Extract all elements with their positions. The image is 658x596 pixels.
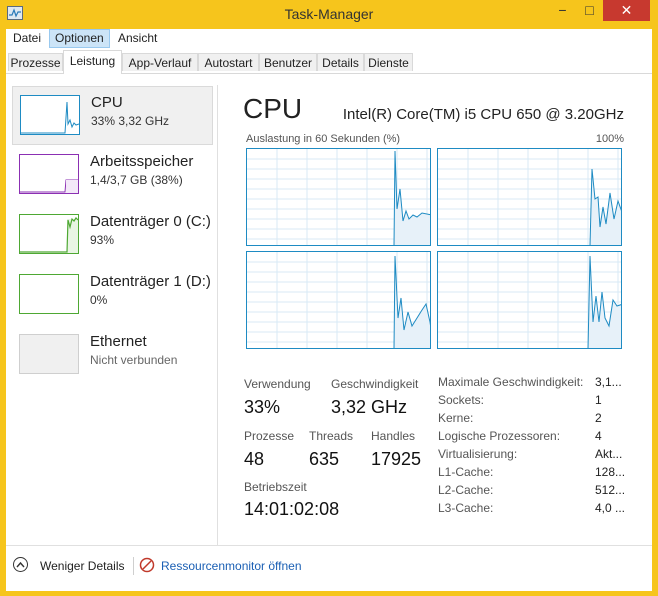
tab-benutzer[interactable]: Benutzer xyxy=(259,53,317,71)
spec-row: Virtualisierung: Akt... xyxy=(438,447,638,465)
sidebar-item-cpu[interactable]: CPU 33% 3,32 GHz xyxy=(12,86,213,145)
sidebar-label-cpu: CPU xyxy=(91,94,123,111)
spec-value: 3,1... xyxy=(595,375,622,389)
sidebar-sub-disk0: 93% xyxy=(90,233,115,247)
open-resource-monitor-link[interactable]: Ressourcenmonitor öffnen xyxy=(161,559,302,573)
handles-label: Handles xyxy=(371,429,416,443)
chart-label-max: 100% xyxy=(595,133,624,145)
spec-value: Akt... xyxy=(595,447,623,461)
spec-key: Kerne: xyxy=(438,411,474,425)
memory-thumbnail-graph xyxy=(19,154,79,194)
sidebar-sub-disk1: 0% xyxy=(90,293,108,307)
footer-bar: Weniger Details Ressourcenmonitor öffnen xyxy=(6,545,652,591)
sidebar-sub-memory: 1,4/3,7 GB (38%) xyxy=(90,173,183,187)
sidebar-label-disk0: Datenträger 0 (C:) xyxy=(90,213,211,230)
sidebar-item-datentraeger-0[interactable]: Datenträger 0 (C:) 93% xyxy=(12,206,213,265)
spec-key: Virtualisierung: xyxy=(438,447,518,461)
spec-value: 1 xyxy=(595,393,602,407)
disk1-thumbnail-graph xyxy=(19,274,79,314)
speed-label: Geschwindigkeit xyxy=(331,377,419,391)
spec-value: 4,0 ... xyxy=(595,501,626,515)
uptime-label: Betriebszeit xyxy=(244,480,307,494)
sidebar-item-arbeitsspeicher[interactable]: Arbeitsspeicher 1,4/3,7 GB (38%) xyxy=(12,146,213,205)
tab-autostart[interactable]: Autostart xyxy=(198,53,259,71)
sidebar-sub-ethernet: Nicht verbunden xyxy=(90,353,178,367)
sidebar-sub-cpu: 33% 3,32 GHz xyxy=(91,114,170,128)
handles-value: 17925 xyxy=(371,449,422,469)
sidebar-item-ethernet[interactable]: Ethernet Nicht verbunden xyxy=(12,326,213,385)
spec-value: 2 xyxy=(595,411,602,425)
tab-details[interactable]: Details xyxy=(317,53,364,71)
processes-value: 48 xyxy=(244,449,265,469)
menu-optionen[interactable]: Optionen xyxy=(49,29,110,48)
spec-row: Maximale Geschwindigkeit: 3,1... xyxy=(438,375,638,393)
cpu-model-name: Intel(R) Core(TM) i5 CPU 650 @ 3.20GHz xyxy=(342,106,624,123)
footer-separator xyxy=(133,557,134,575)
spec-row: L1-Cache: 128... xyxy=(438,465,638,483)
ethernet-thumbnail-graph xyxy=(19,334,79,374)
usage-value: 33% xyxy=(244,397,281,417)
task-manager-client: Datei Optionen Ansicht Prozesse Leistung… xyxy=(6,29,652,591)
minimize-button[interactable]: − xyxy=(549,0,576,21)
spec-row: Kerne: 2 xyxy=(438,411,638,429)
spec-row: L3-Cache: 4,0 ... xyxy=(438,501,638,519)
spec-key: L2-Cache: xyxy=(438,483,494,497)
tab-dienste[interactable]: Dienste xyxy=(364,53,413,71)
cpu-core-graph-4 xyxy=(437,251,622,349)
spec-key: Maximale Geschwindigkeit: xyxy=(438,375,584,389)
spec-key: Logische Prozessoren: xyxy=(438,429,561,443)
spec-key: L3-Cache: xyxy=(438,501,494,515)
sidebar-divider xyxy=(217,85,218,545)
processes-label: Prozesse xyxy=(244,429,295,443)
cpu-heading: CPU xyxy=(243,93,303,124)
speed-value: 3,32 GHz xyxy=(331,397,408,417)
spec-row: Sockets: 1 xyxy=(438,393,638,411)
spec-value: 128... xyxy=(595,465,626,479)
resource-monitor-icon[interactable] xyxy=(139,557,155,573)
spec-value: 512... xyxy=(595,483,626,497)
menu-datei[interactable]: Datei xyxy=(8,29,46,47)
usage-label: Verwendung xyxy=(244,377,311,391)
threads-label: Threads xyxy=(309,429,354,443)
menu-ansicht[interactable]: Ansicht xyxy=(113,29,162,47)
cpu-thumbnail-graph xyxy=(20,95,80,135)
sidebar-item-datentraeger-1[interactable]: Datenträger 1 (D:) 0% xyxy=(12,266,213,325)
cpu-core-graph-3 xyxy=(246,251,431,349)
threads-value: 635 xyxy=(309,449,340,469)
chart-label-utilization: Auslastung in 60 Sekunden (%) xyxy=(246,133,401,145)
spec-value: 4 xyxy=(595,429,602,443)
spec-row: L2-Cache: 512... xyxy=(438,483,638,501)
tab-leistung[interactable]: Leistung xyxy=(63,50,122,74)
tab-app-verlauf[interactable]: App-Verlauf xyxy=(122,53,198,71)
sidebar-label-memory: Arbeitsspeicher xyxy=(90,153,194,170)
sidebar-label-ethernet: Ethernet xyxy=(90,333,147,350)
tab-prozesse[interactable]: Prozesse xyxy=(8,53,63,71)
tab-bar: Prozesse Leistung App-Verlauf Autostart … xyxy=(6,49,652,74)
menu-bar: Datei Optionen Ansicht xyxy=(6,29,652,49)
uptime-value: 14:01:02:08 xyxy=(244,499,340,519)
cpu-core-graph-1 xyxy=(246,148,431,246)
sidebar-label-disk1: Datenträger 1 (D:) xyxy=(90,273,211,290)
close-button[interactable]: ✕ xyxy=(603,0,650,21)
disk0-thumbnail-graph xyxy=(19,214,79,254)
spec-key: Sockets: xyxy=(438,393,485,407)
fewer-details-button[interactable]: Weniger Details xyxy=(40,559,124,573)
chevron-up-icon[interactable] xyxy=(13,557,28,572)
maximize-button[interactable]: □ xyxy=(576,0,603,21)
title-bar[interactable]: Task-Manager − □ ✕ xyxy=(0,0,658,29)
spec-key: L1-Cache: xyxy=(438,465,494,479)
spec-row: Logische Prozessoren: 4 xyxy=(438,429,638,447)
cpu-core-graph-2 xyxy=(437,148,622,246)
